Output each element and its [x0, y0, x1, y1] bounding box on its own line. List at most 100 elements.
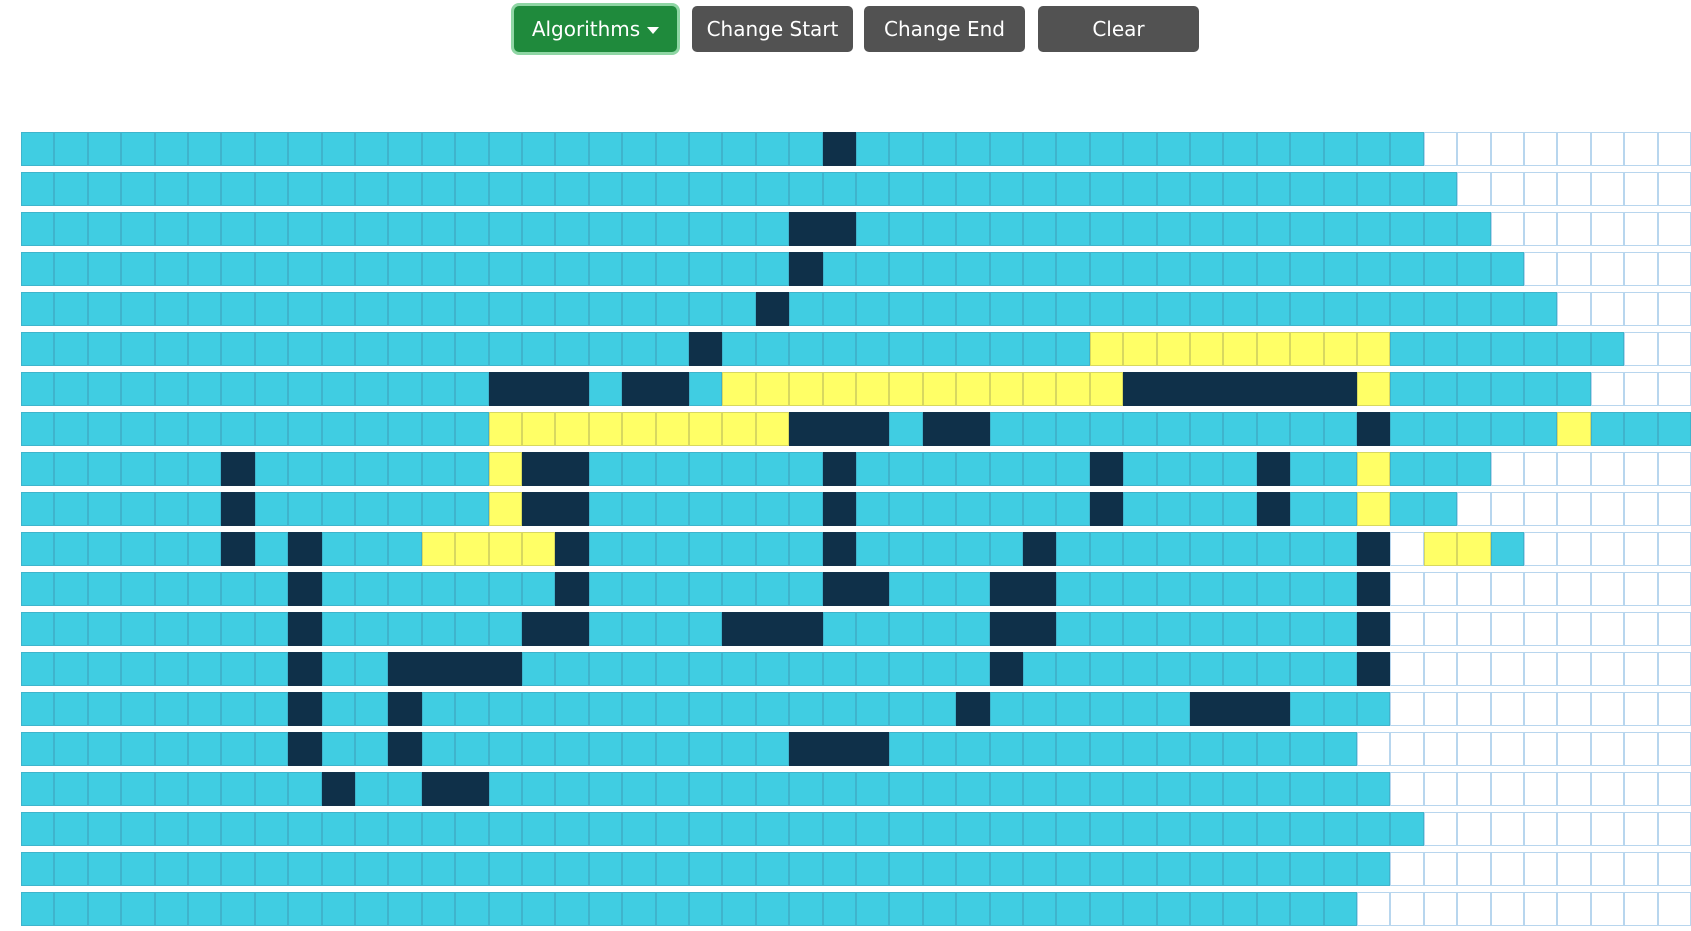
grid-cell-visited[interactable]	[588, 812, 623, 846]
grid-cell-visited[interactable]	[1223, 132, 1257, 166]
grid-cell-visited[interactable]	[1323, 812, 1357, 846]
grid-cell-visited[interactable]	[522, 772, 556, 806]
grid-cell-visited[interactable]	[1190, 652, 1224, 686]
grid-cell-unvisited[interactable]	[1423, 132, 1458, 166]
grid-cell-wall[interactable]	[1190, 692, 1224, 726]
grid-cell-visited[interactable]	[1156, 252, 1190, 286]
grid-cell-visited[interactable]	[789, 772, 823, 806]
grid-cell-visited[interactable]	[321, 292, 355, 326]
grid-cell-visited[interactable]	[789, 572, 823, 606]
grid-cell-unvisited[interactable]	[1524, 252, 1558, 286]
grid-cell-visited[interactable]	[87, 852, 122, 886]
grid-cell-unvisited[interactable]	[1423, 772, 1458, 806]
grid-cell-visited[interactable]	[54, 332, 88, 366]
grid-cell-visited[interactable]	[789, 452, 823, 486]
grid-cell-visited[interactable]	[588, 732, 623, 766]
grid-cell-unvisited[interactable]	[1557, 652, 1591, 686]
grid-cell-visited[interactable]	[1123, 692, 1157, 726]
grid-cell-visited[interactable]	[789, 892, 823, 926]
grid-cell-visited[interactable]	[588, 292, 623, 326]
grid-cell-visited[interactable]	[588, 452, 623, 486]
grid-cell-visited[interactable]	[154, 692, 188, 726]
grid-cell-visited[interactable]	[1223, 412, 1257, 446]
grid-cell-visited[interactable]	[488, 252, 522, 286]
grid-cell-unvisited[interactable]	[1524, 572, 1558, 606]
grid-cell-visited[interactable]	[1557, 332, 1591, 366]
grid-cell-visited[interactable]	[889, 412, 923, 446]
grid-cell-unvisited[interactable]	[1557, 772, 1591, 806]
grid-cell-visited[interactable]	[755, 772, 790, 806]
grid-cell-visited[interactable]	[889, 492, 923, 526]
grid-cell-wall[interactable]	[288, 732, 322, 766]
grid-cell-visited[interactable]	[1156, 412, 1190, 446]
grid-cell-unvisited[interactable]	[1557, 812, 1591, 846]
grid-cell-unvisited[interactable]	[1457, 492, 1491, 526]
grid-cell-visited[interactable]	[221, 132, 255, 166]
grid-cell-visited[interactable]	[989, 252, 1023, 286]
grid-cell-visited[interactable]	[956, 572, 990, 606]
grid-cell-visited[interactable]	[121, 412, 155, 446]
grid-cell-wall[interactable]	[488, 652, 522, 686]
grid-cell-wall[interactable]	[288, 692, 322, 726]
grid-cell-visited[interactable]	[1056, 412, 1090, 446]
grid-cell-visited[interactable]	[121, 132, 155, 166]
grid-cell-wall[interactable]	[1089, 452, 1124, 486]
grid-cell-visited[interactable]	[1056, 332, 1090, 366]
grid-cell-visited[interactable]	[355, 852, 389, 886]
grid-cell-visited[interactable]	[87, 372, 122, 406]
grid-cell-visited[interactable]	[188, 372, 222, 406]
grid-cell-visited[interactable]	[488, 292, 522, 326]
grid-cell-visited[interactable]	[1357, 812, 1391, 846]
grid-cell-visited[interactable]	[655, 492, 689, 526]
grid-cell-path[interactable]	[856, 372, 890, 406]
grid-cell-visited[interactable]	[1056, 212, 1090, 246]
grid-cell-wall[interactable]	[989, 612, 1023, 646]
grid-cell-visited[interactable]	[388, 132, 422, 166]
grid-cell-unvisited[interactable]	[1490, 772, 1524, 806]
grid-cell-visited[interactable]	[1490, 332, 1524, 366]
grid-cell-visited[interactable]	[121, 252, 155, 286]
grid-cell-path[interactable]	[655, 412, 689, 446]
grid-cell-visited[interactable]	[789, 852, 823, 886]
grid-cell-visited[interactable]	[421, 372, 456, 406]
grid-cell-visited[interactable]	[989, 292, 1023, 326]
grid-cell-unvisited[interactable]	[1624, 492, 1658, 526]
grid-cell-wall[interactable]	[1256, 452, 1291, 486]
grid-cell-visited[interactable]	[1423, 412, 1458, 446]
grid-cell-visited[interactable]	[555, 692, 589, 726]
grid-cell-unvisited[interactable]	[1524, 492, 1558, 526]
grid-cell-visited[interactable]	[488, 732, 522, 766]
grid-cell-visited[interactable]	[388, 892, 422, 926]
grid-cell-visited[interactable]	[1056, 612, 1090, 646]
grid-cell-visited[interactable]	[1023, 812, 1057, 846]
grid-cell-visited[interactable]	[121, 332, 155, 366]
algorithms-dropdown-button[interactable]: Algorithms	[514, 6, 677, 52]
grid-cell-unvisited[interactable]	[1657, 812, 1691, 846]
grid-cell-unvisited[interactable]	[1657, 372, 1691, 406]
grid-cell-visited[interactable]	[388, 532, 422, 566]
grid-cell-visited[interactable]	[188, 452, 222, 486]
grid-cell-visited[interactable]	[522, 572, 556, 606]
grid-cell-visited[interactable]	[421, 692, 456, 726]
grid-cell-visited[interactable]	[188, 132, 222, 166]
grid-cell-visited[interactable]	[1190, 452, 1224, 486]
grid-cell-visited[interactable]	[722, 212, 756, 246]
grid-cell-visited[interactable]	[1557, 372, 1591, 406]
grid-cell-visited[interactable]	[1190, 412, 1224, 446]
grid-cell-visited[interactable]	[822, 292, 856, 326]
grid-cell-unvisited[interactable]	[1524, 612, 1558, 646]
grid-cell-visited[interactable]	[188, 612, 222, 646]
grid-cell-visited[interactable]	[321, 372, 355, 406]
grid-cell-visited[interactable]	[588, 572, 623, 606]
grid-cell-path[interactable]	[755, 412, 790, 446]
grid-cell-visited[interactable]	[922, 772, 957, 806]
grid-cell-path[interactable]	[1323, 332, 1357, 366]
grid-cell-unvisited[interactable]	[1590, 772, 1625, 806]
grid-cell-visited[interactable]	[655, 612, 689, 646]
grid-cell-wall[interactable]	[1256, 692, 1291, 726]
grid-cell-visited[interactable]	[655, 292, 689, 326]
grid-cell-path[interactable]	[1423, 532, 1458, 566]
grid-cell-visited[interactable]	[355, 652, 389, 686]
grid-cell-visited[interactable]	[1156, 652, 1190, 686]
grid-cell-unvisited[interactable]	[1490, 852, 1524, 886]
